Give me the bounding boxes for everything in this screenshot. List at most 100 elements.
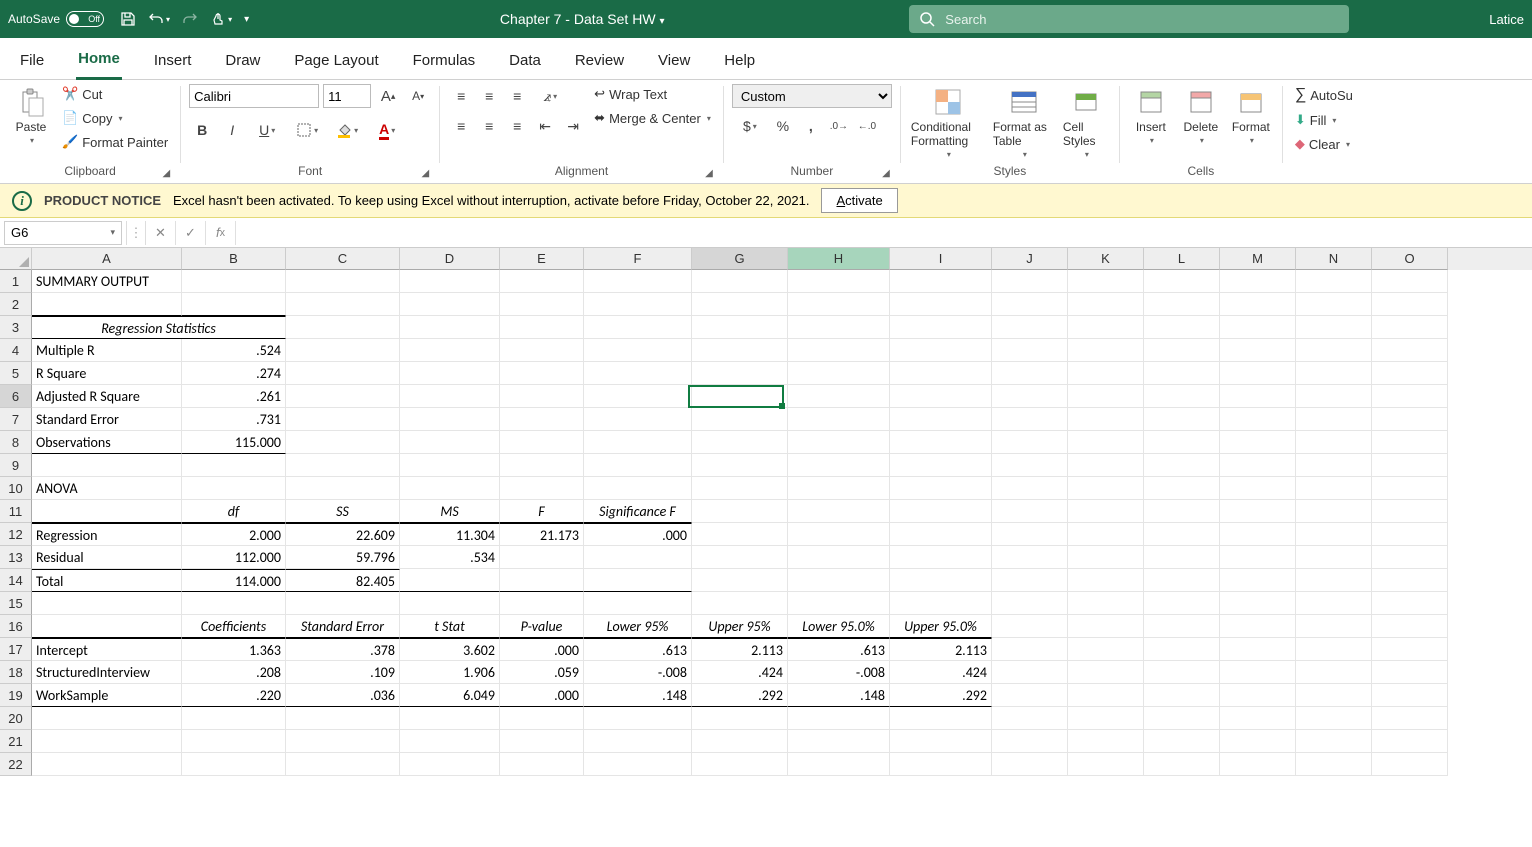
cell-K14[interactable] bbox=[1068, 569, 1144, 592]
cell-B13[interactable]: 112.000 bbox=[182, 546, 286, 569]
cell-E5[interactable] bbox=[500, 362, 584, 385]
cell-H14[interactable] bbox=[788, 569, 890, 592]
search-box[interactable] bbox=[909, 5, 1349, 33]
cell-I2[interactable] bbox=[890, 293, 992, 316]
number-format-select[interactable]: Custom bbox=[732, 84, 892, 108]
cell-F6[interactable] bbox=[584, 385, 692, 408]
dialog-launcher-icon[interactable]: ◢ bbox=[421, 168, 429, 179]
cell-A13[interactable]: Residual bbox=[32, 546, 182, 569]
cell-L17[interactable] bbox=[1144, 638, 1220, 661]
cell-J11[interactable] bbox=[992, 500, 1068, 523]
cell-J15[interactable] bbox=[992, 592, 1068, 615]
cell-G7[interactable] bbox=[692, 408, 788, 431]
cell-H10[interactable] bbox=[788, 477, 890, 500]
cell-D12[interactable]: 11.304 bbox=[400, 523, 500, 546]
row-header[interactable]: 21 bbox=[0, 730, 32, 753]
cell-J18[interactable] bbox=[992, 661, 1068, 684]
cell-I8[interactable] bbox=[890, 431, 992, 454]
cell-L10[interactable] bbox=[1144, 477, 1220, 500]
cell-D10[interactable] bbox=[400, 477, 500, 500]
cell-N8[interactable] bbox=[1296, 431, 1372, 454]
cell-N16[interactable] bbox=[1296, 615, 1372, 638]
fill-button[interactable]: ⬇Fill▾ bbox=[1291, 110, 1357, 130]
cell-I22[interactable] bbox=[890, 753, 992, 776]
tab-page-layout[interactable]: Page Layout bbox=[292, 44, 380, 79]
cell-F4[interactable] bbox=[584, 339, 692, 362]
cell-B10[interactable] bbox=[182, 477, 286, 500]
cell-B1[interactable] bbox=[182, 270, 286, 293]
cell-O13[interactable] bbox=[1372, 546, 1448, 569]
cell-D6[interactable] bbox=[400, 385, 500, 408]
cell-N22[interactable] bbox=[1296, 753, 1372, 776]
cell-F9[interactable] bbox=[584, 454, 692, 477]
search-input[interactable] bbox=[945, 12, 1339, 27]
cell-K9[interactable] bbox=[1068, 454, 1144, 477]
cell-L14[interactable] bbox=[1144, 569, 1220, 592]
tab-insert[interactable]: Insert bbox=[152, 44, 194, 79]
cell-G3[interactable] bbox=[692, 316, 788, 339]
cell-C14[interactable]: 82.405 bbox=[286, 569, 400, 592]
cell-C15[interactable] bbox=[286, 592, 400, 615]
cell-O9[interactable] bbox=[1372, 454, 1448, 477]
align-center-icon[interactable]: ≡ bbox=[476, 114, 502, 138]
delete-cells-button[interactable]: Delete▾ bbox=[1178, 84, 1224, 147]
cell-O14[interactable] bbox=[1372, 569, 1448, 592]
cell-G12[interactable] bbox=[692, 523, 788, 546]
touch-mode-icon[interactable]: ▾ bbox=[204, 7, 238, 31]
cell-K18[interactable] bbox=[1068, 661, 1144, 684]
merge-center-button[interactable]: ⬌Merge & Center▾ bbox=[590, 108, 715, 128]
cell-I13[interactable] bbox=[890, 546, 992, 569]
cell-G20[interactable] bbox=[692, 707, 788, 730]
cell-K11[interactable] bbox=[1068, 500, 1144, 523]
cell-M1[interactable] bbox=[1220, 270, 1296, 293]
cell-B20[interactable] bbox=[182, 707, 286, 730]
cell-N10[interactable] bbox=[1296, 477, 1372, 500]
cell-O18[interactable] bbox=[1372, 661, 1448, 684]
cell-I20[interactable] bbox=[890, 707, 992, 730]
cell-N20[interactable] bbox=[1296, 707, 1372, 730]
cell-I12[interactable] bbox=[890, 523, 992, 546]
cell-N17[interactable] bbox=[1296, 638, 1372, 661]
align-middle-icon[interactable]: ≡ bbox=[476, 84, 502, 108]
increase-font-icon[interactable]: A▴ bbox=[375, 84, 401, 108]
align-top-icon[interactable]: ≡ bbox=[448, 84, 474, 108]
cell-J10[interactable] bbox=[992, 477, 1068, 500]
dialog-launcher-icon[interactable]: ◢ bbox=[705, 168, 713, 179]
dialog-launcher-icon[interactable]: ◢ bbox=[162, 168, 170, 179]
cell-N4[interactable] bbox=[1296, 339, 1372, 362]
cell-D16[interactable]: t Stat bbox=[400, 615, 500, 638]
autosave-toggle[interactable]: AutoSave Off bbox=[8, 11, 104, 27]
cell-K20[interactable] bbox=[1068, 707, 1144, 730]
cell-J7[interactable] bbox=[992, 408, 1068, 431]
cell-M13[interactable] bbox=[1220, 546, 1296, 569]
cell-G6[interactable] bbox=[692, 385, 788, 408]
italic-button[interactable]: I bbox=[219, 118, 245, 142]
row-header[interactable]: 8 bbox=[0, 431, 32, 454]
cell-H2[interactable] bbox=[788, 293, 890, 316]
cell-I7[interactable] bbox=[890, 408, 992, 431]
cell-E22[interactable] bbox=[500, 753, 584, 776]
cell-M12[interactable] bbox=[1220, 523, 1296, 546]
cell-L22[interactable] bbox=[1144, 753, 1220, 776]
cell-H11[interactable] bbox=[788, 500, 890, 523]
align-bottom-icon[interactable]: ≡ bbox=[504, 84, 530, 108]
col-header[interactable]: D bbox=[400, 248, 500, 270]
cell-L8[interactable] bbox=[1144, 431, 1220, 454]
wrap-text-button[interactable]: ↩Wrap Text bbox=[590, 84, 715, 104]
cell-A2[interactable] bbox=[32, 293, 182, 316]
cell-H12[interactable] bbox=[788, 523, 890, 546]
cell-E13[interactable] bbox=[500, 546, 584, 569]
cell-A17[interactable]: Intercept bbox=[32, 638, 182, 661]
cell-E14[interactable] bbox=[500, 569, 584, 592]
orientation-icon[interactable]: ⦨▾ bbox=[532, 84, 568, 108]
cell-H1[interactable] bbox=[788, 270, 890, 293]
cell-O7[interactable] bbox=[1372, 408, 1448, 431]
cell-D21[interactable] bbox=[400, 730, 500, 753]
cell-E2[interactable] bbox=[500, 293, 584, 316]
cell-G4[interactable] bbox=[692, 339, 788, 362]
cell-C12[interactable]: 22.609 bbox=[286, 523, 400, 546]
cell-E9[interactable] bbox=[500, 454, 584, 477]
cell-F16[interactable]: Lower 95% bbox=[584, 615, 692, 638]
cell-A7[interactable]: Standard Error bbox=[32, 408, 182, 431]
cell-A14[interactable]: Total bbox=[32, 569, 182, 592]
